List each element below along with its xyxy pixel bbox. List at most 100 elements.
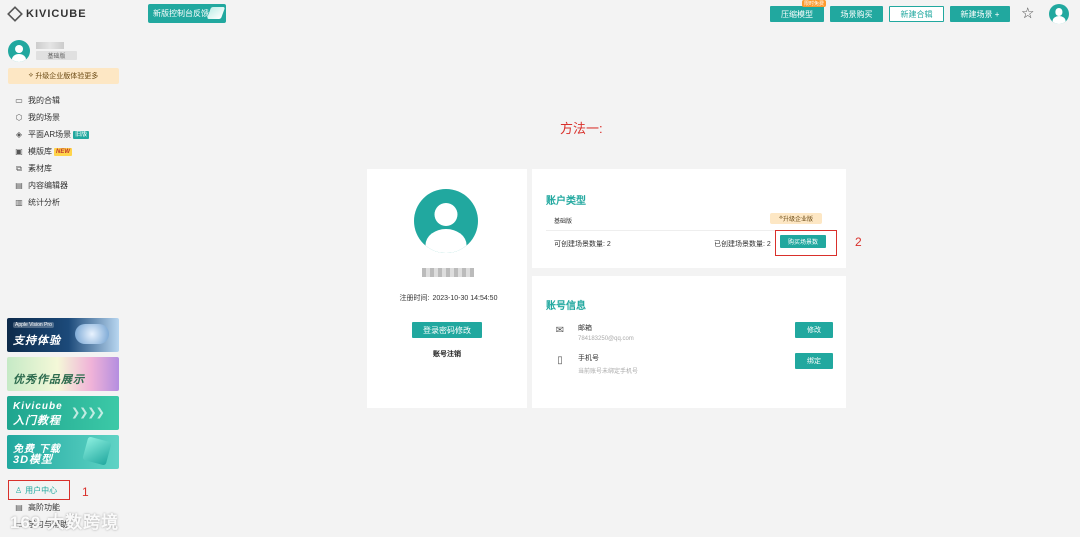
user-icon: ♙ (15, 485, 23, 495)
bind-phone-button[interactable]: 绑定 (795, 353, 833, 369)
stats-icon: ▥ (15, 198, 23, 207)
sidebar-nav: ▭ 我的合辑 ⬡ 我的场景 ◈ 平面AR场景 旧版 ▣ 模版库 NEW ⧉ 素材… (14, 92, 90, 211)
kivicube-logo[interactable]: KIVICUBE (7, 6, 87, 22)
blurred-username (36, 42, 64, 49)
promo-title: 支持体验 (13, 335, 61, 347)
avatar-body (1052, 16, 1066, 24)
sidebar-item-label: 素材库 (28, 164, 52, 173)
sidebar-item-ar-scenes[interactable]: ◈ 平面AR场景 旧版 (14, 126, 90, 143)
sidebar-avatar[interactable] (8, 40, 30, 62)
sidebar-item-label: 模版库 (28, 147, 52, 156)
compress-model-button[interactable]: 压缩模型 限时免费 (770, 0, 826, 22)
promo-small-text: Apple Vision Pro (13, 322, 54, 328)
buy-scene-count-button[interactable]: 购买场景数 (780, 235, 826, 248)
mail-icon: ✉ (555, 325, 565, 336)
new-album-button[interactable]: 新建合辑 (889, 6, 944, 22)
sidebar-item-materials[interactable]: ⧉ 素材库 (14, 160, 89, 177)
upgrade-enterprise-banner[interactable]: ⟡ 升级企业版体验更多 (8, 68, 119, 84)
cube-3d-icon (82, 436, 112, 466)
avatar-body (425, 228, 467, 253)
promo-title: 优秀作品展示 (13, 374, 85, 386)
delete-account-link[interactable]: 账号注销 (367, 349, 527, 359)
reg-label: 注册时间: (399, 295, 430, 302)
phone-text: 手机号 当前账号未绑定手机号 (578, 353, 638, 375)
edit-email-button[interactable]: 修改 (795, 322, 833, 338)
annotation-step-1: 1 (82, 485, 89, 499)
top-bar: KIVICUBE 新版控制台反馈 压缩模型 限时免费 场景购买 新建合辑 新建场… (0, 0, 1080, 30)
email-value: 784183250@qq.com (578, 336, 634, 342)
sidebar-item-user-center[interactable]: ♙ 用户中心 (8, 480, 70, 500)
logo-text: KIVICUBE (26, 8, 87, 20)
email-text: 邮箱 784183250@qq.com (578, 323, 634, 342)
annotation-step-2: 2 (855, 235, 862, 249)
phone-label: 手机号 (578, 355, 599, 362)
promo-tutorial-banner[interactable]: Kivicube 入门教程 ❯❯❯❯ (7, 396, 119, 430)
arrows-icon: ❯❯❯❯ (71, 407, 105, 419)
upgrade-enterprise-button[interactable]: ⟡ 升级企业版 (770, 213, 822, 224)
change-password-button[interactable]: 登录密码修改 (412, 322, 482, 338)
email-label: 邮箱 (578, 325, 592, 332)
creatable-label: 可创建场景数量: (554, 241, 605, 248)
sidebar-item-my-scenes[interactable]: ⬡ 我的场景 (14, 109, 89, 126)
old-version-tag: 旧版 (73, 130, 90, 139)
reg-value: 2023-10-30 14:54:50 (432, 295, 498, 302)
cube-icon: ⬡ (15, 113, 23, 122)
user-avatar[interactable] (1049, 4, 1069, 24)
promo-showcase-banner[interactable]: 优秀作品展示 (7, 357, 119, 391)
new-scene-button[interactable]: 新建场景 + (950, 6, 1010, 22)
buy-highlight-box: 购买场景数 (775, 230, 837, 256)
created-count: 已创建场景数量: 2 (714, 239, 771, 249)
buy-label: 购买场景数 (787, 240, 818, 246)
ar-icon: ◈ (15, 130, 23, 139)
creatable-count: 可创建场景数量: 2 (554, 239, 611, 249)
plan-label: 基础版 (554, 219, 573, 225)
avatar-head (434, 203, 458, 227)
upgrade-text: 升级企业版体验更多 (35, 73, 99, 80)
editor-icon: ▤ (15, 181, 23, 190)
template-icon: ▣ (15, 147, 23, 156)
account-type-title: 账户类型 (546, 196, 586, 207)
buy-scene-label: 场景购买 (840, 9, 873, 19)
change-password-label: 登录密码修改 (423, 325, 471, 335)
buy-scene-button[interactable]: 场景购买 (830, 6, 883, 22)
sidebar-item-label: 用户中心 (25, 485, 58, 495)
promo-free-models-banner[interactable]: 免费 下载 3D模型 (7, 435, 119, 469)
new-scene-label: 新建场景 + (960, 9, 1000, 19)
sidebar-item-label: 内容编辑器 (28, 181, 68, 190)
registration-time: 注册时间: 2023-10-30 14:54:50 (367, 293, 527, 303)
sidebar-item-label: 我的合辑 (28, 96, 60, 105)
profile-avatar[interactable] (414, 189, 478, 253)
method-title: 方法一: (560, 121, 603, 136)
material-icon: ⧉ (16, 163, 22, 173)
folder-icon: ▭ (15, 96, 23, 105)
blurred-profile-name (422, 268, 474, 277)
account-type-card: 账户类型 基础版 ⟡ 升级企业版 可创建场景数量: 2 已创建场景数量: 2 购… (532, 169, 846, 268)
cube-logo-icon (7, 6, 23, 22)
feedback-label: 新版控制台反馈 (153, 9, 209, 18)
compress-label: 压缩模型 (781, 9, 813, 19)
sidebar-item-label: 平面AR场景 (28, 130, 72, 139)
promo-title-line2: 入门教程 (13, 415, 61, 427)
sidebar-item-content-editor[interactable]: ▤ 内容编辑器 (14, 177, 89, 194)
upgrade-label: 升级企业版 (782, 217, 813, 223)
avatar-head (1055, 8, 1063, 16)
phone-icon: ▯ (557, 355, 563, 366)
sidebar-item-statistics[interactable]: ▥ 统计分析 (14, 194, 89, 211)
sidebar-item-label: 我的场景 (28, 113, 60, 122)
promo-title-line1: Kivicube (13, 401, 63, 412)
sidebar-item-my-albums[interactable]: ▭ 我的合辑 (14, 92, 89, 109)
account-info-card: 账号信息 ✉ 邮箱 784183250@qq.com 修改 ▯ 手机号 当前账号… (532, 276, 846, 408)
plan-badge: 基础版 (36, 51, 77, 60)
avatar-body (11, 53, 27, 62)
watermark: 169 大数跨境 (10, 513, 120, 532)
free-tag: 限时免费 (801, 0, 826, 7)
star-icon[interactable]: ☆ (1021, 6, 1034, 21)
sidebar-item-label: 统计分析 (28, 198, 60, 207)
feedback-button[interactable]: 新版控制台反馈 (148, 4, 226, 23)
sidebar-item-templates[interactable]: ▣ 模版库 NEW (14, 143, 89, 160)
created-label: 已创建场景数量: (714, 241, 765, 248)
promo-vision-pro-banner[interactable]: Apple Vision Pro 支持体验 (7, 318, 119, 352)
created-value: 2 (766, 241, 771, 248)
avatar-head (15, 44, 23, 53)
sidebar: 基础版 ⟡ 升级企业版体验更多 ▭ 我的合辑 ⬡ 我的场景 ◈ 平面AR场景 旧… (0, 30, 128, 537)
